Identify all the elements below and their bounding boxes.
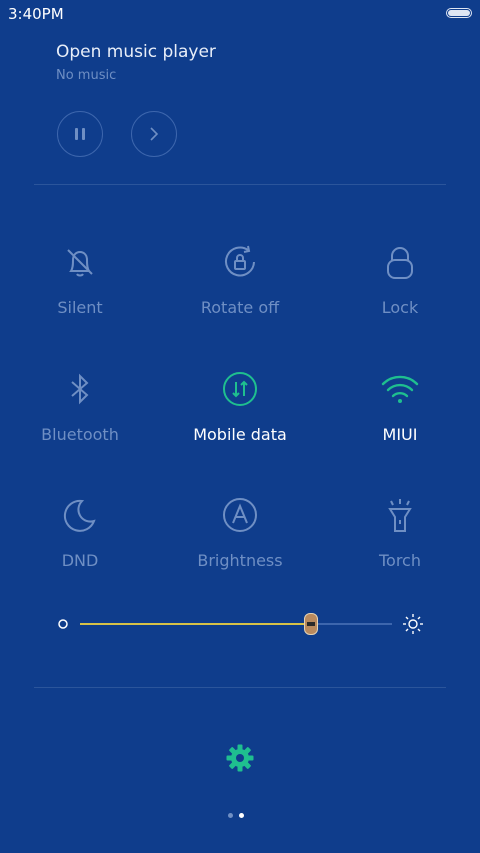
bell-off-icon [58, 240, 102, 284]
toggle-rotate[interactable]: Rotate off [170, 240, 310, 340]
brightness-fill [80, 623, 311, 625]
lock-icon [378, 240, 422, 284]
quick-settings-panel: 3:40PM Open music player No music Silent [0, 0, 480, 853]
brightness-track[interactable] [80, 613, 392, 635]
page-indicator [228, 813, 244, 818]
divider [34, 184, 446, 185]
toggle-lock[interactable]: Lock [330, 240, 470, 340]
moon-icon [58, 493, 102, 537]
toggle-label: MIUI [382, 425, 418, 444]
auto-brightness-icon [218, 493, 262, 537]
toggle-label: Rotate off [200, 298, 280, 317]
pause-button[interactable] [57, 111, 103, 157]
toggle-wifi[interactable]: MIUI [330, 367, 470, 467]
brightness-low-icon [58, 619, 68, 629]
status-time: 3:40PM [8, 5, 64, 23]
music-title[interactable]: Open music player [56, 42, 216, 62]
bluetooth-icon [58, 367, 102, 411]
toggle-dnd[interactable]: DND [10, 493, 150, 593]
wifi-icon [378, 367, 422, 411]
toggle-mobile-data[interactable]: Mobile data [170, 367, 310, 467]
status-bar: 3:40PM [0, 0, 480, 28]
chevron-right-icon [150, 127, 159, 141]
toggle-label: Silent [57, 298, 103, 317]
pause-icon [75, 128, 85, 140]
toggle-brightness[interactable]: Brightness [170, 493, 310, 593]
page-dot-active[interactable] [239, 813, 244, 818]
toggle-label: DND [61, 551, 99, 570]
toggle-label: Bluetooth [41, 425, 119, 444]
toggle-label: Torch [378, 551, 421, 570]
divider [34, 687, 446, 688]
toggle-silent[interactable]: Silent [10, 240, 150, 340]
mobile-data-icon [218, 367, 262, 411]
battery-icon [446, 8, 472, 18]
rotate-lock-icon [218, 240, 262, 284]
music-player[interactable]: Open music player No music [56, 42, 216, 83]
toggle-label: Mobile data [193, 425, 287, 444]
next-button[interactable] [131, 111, 177, 157]
toggle-label: Brightness [197, 551, 283, 570]
settings-button[interactable] [222, 740, 258, 776]
brightness-thumb[interactable] [303, 613, 318, 635]
brightness-high-icon [403, 614, 423, 634]
gear-icon [226, 744, 254, 772]
music-subtitle: No music [56, 68, 117, 83]
toggle-torch[interactable]: Torch [330, 493, 470, 593]
brightness-slider[interactable] [52, 610, 432, 638]
toggle-bluetooth[interactable]: Bluetooth [10, 367, 150, 467]
torch-icon [378, 493, 422, 537]
page-dot[interactable] [228, 813, 233, 818]
toggle-label: Lock [381, 298, 419, 317]
